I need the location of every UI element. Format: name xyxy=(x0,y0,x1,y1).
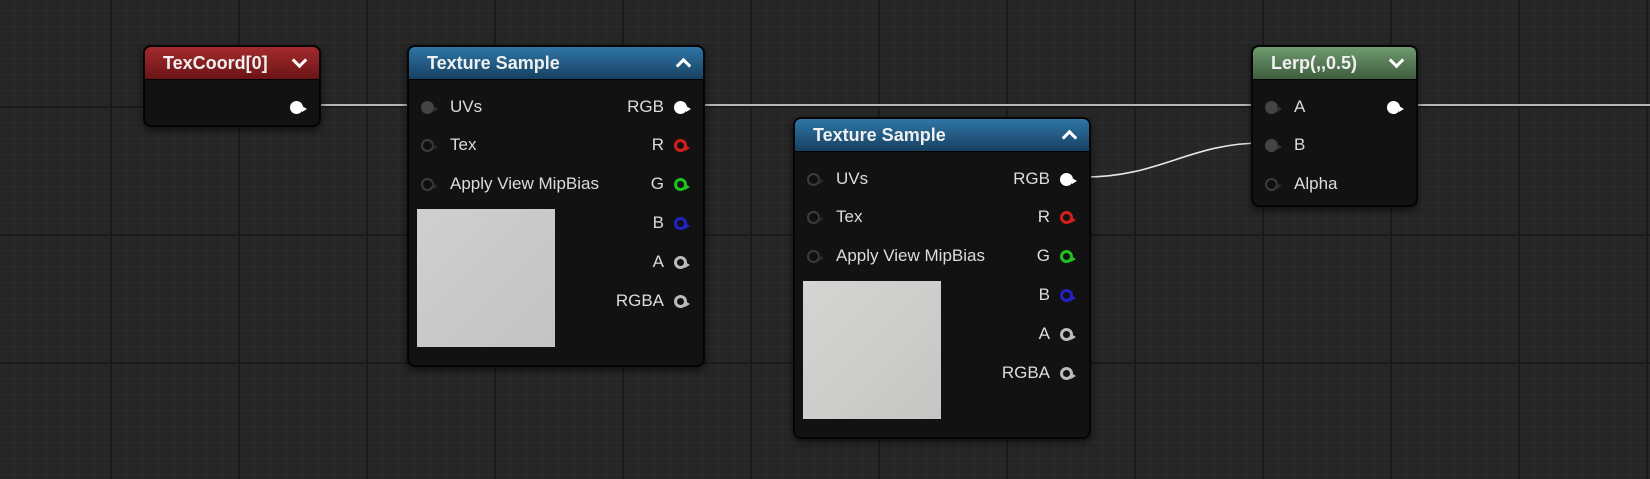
output-label-b: B xyxy=(1038,285,1050,304)
input-label-a: A xyxy=(1294,97,1306,116)
input-pin-apply-view-mipbias[interactable] xyxy=(421,177,438,191)
input-label-apply-view-mipbias: Apply View MipBias xyxy=(450,174,599,193)
output-label-a: A xyxy=(652,252,664,271)
texture-sample-node-1[interactable]: Texture Sample UVs Tex Apply View MipBia… xyxy=(407,45,705,367)
input-label-uvs: UVs xyxy=(450,97,483,116)
output-pin-g[interactable] xyxy=(674,177,690,191)
output-pin-rgb[interactable] xyxy=(1060,172,1077,186)
texture-sample-2-input-tex[interactable]: Tex xyxy=(807,207,862,227)
lerp-node-header[interactable]: Lerp(,,0.5) xyxy=(1253,47,1416,80)
texture-sample-1-input-uvs[interactable]: UVs xyxy=(421,97,482,117)
texture-sample-1-output-r[interactable]: R xyxy=(652,135,691,155)
texture-sample-2-output-r[interactable]: R xyxy=(1038,207,1077,227)
input-pin-alpha[interactable] xyxy=(1265,177,1282,191)
texture-sample-1-output-a[interactable]: A xyxy=(653,252,691,272)
lerp-output-pin[interactable] xyxy=(1387,100,1404,114)
input-pin-tex[interactable] xyxy=(807,210,824,224)
input-pin-apply-view-mipbias[interactable] xyxy=(807,249,824,263)
chevron-up-icon[interactable] xyxy=(1061,127,1077,143)
texture-sample-2-output-b[interactable]: B xyxy=(1039,285,1077,305)
output-label-g: G xyxy=(650,174,664,193)
texcoord-node-header[interactable]: TexCoord[0] xyxy=(145,47,319,80)
texture-sample-1-title: Texture Sample xyxy=(427,52,560,73)
chevron-up-icon[interactable] xyxy=(675,55,691,71)
texture-sample-node-2[interactable]: Texture Sample UVs Tex Apply View MipBia… xyxy=(793,117,1091,439)
output-pin-r[interactable] xyxy=(1060,210,1076,224)
lerp-output-row xyxy=(1377,97,1404,117)
output-pin-a[interactable] xyxy=(674,255,690,269)
output-pin-rgba[interactable] xyxy=(1060,366,1076,380)
lerp-node-title: Lerp(,,0.5) xyxy=(1271,52,1358,73)
output-label-g: G xyxy=(1036,246,1050,265)
texcoord-output-pin[interactable] xyxy=(290,100,307,114)
texture-sample-2-output-a[interactable]: A xyxy=(1039,324,1077,344)
input-label-uvs: UVs xyxy=(836,169,869,188)
input-pin-uvs[interactable] xyxy=(421,100,438,114)
texcoord-node[interactable]: TexCoord[0] xyxy=(143,45,321,127)
input-pin-tex[interactable] xyxy=(421,138,438,152)
output-label-rgba: RGBA xyxy=(1001,363,1050,382)
texture-preview-thumbnail xyxy=(417,209,555,347)
lerp-input-b[interactable]: B xyxy=(1265,135,1305,155)
texture-sample-1-output-rgba[interactable]: RGBA xyxy=(616,291,691,311)
input-label-alpha: Alpha xyxy=(1294,174,1338,193)
material-graph-canvas[interactable]: TexCoord[0] Texture Sample UVs Tex Apply… xyxy=(0,0,1650,479)
texture-sample-1-header[interactable]: Texture Sample xyxy=(409,47,703,80)
input-pin-uvs[interactable] xyxy=(807,172,824,186)
output-label-r: R xyxy=(651,135,664,154)
texture-sample-2-output-rgba[interactable]: RGBA xyxy=(1002,363,1077,383)
texture-sample-2-title: Texture Sample xyxy=(813,124,946,145)
output-pin-r[interactable] xyxy=(674,138,690,152)
texture-sample-2-input-uvs[interactable]: UVs xyxy=(807,169,868,189)
texture-sample-2-header[interactable]: Texture Sample xyxy=(795,119,1089,152)
texture-sample-1-output-rgb[interactable]: RGB xyxy=(627,97,691,117)
output-pin-rgba[interactable] xyxy=(674,294,690,308)
lerp-input-alpha[interactable]: Alpha xyxy=(1265,174,1337,194)
texture-sample-1-input-mipbias[interactable]: Apply View MipBias xyxy=(421,174,599,194)
output-label-a: A xyxy=(1038,324,1050,343)
output-label-r: R xyxy=(1037,207,1050,226)
input-label-tex: Tex xyxy=(836,207,863,226)
texcoord-node-title: TexCoord[0] xyxy=(163,52,268,73)
output-label-rgb: RGB xyxy=(1013,169,1050,188)
input-pin-b[interactable] xyxy=(1265,138,1282,152)
chevron-down-icon[interactable] xyxy=(291,55,307,71)
texture-sample-1-output-b[interactable]: B xyxy=(653,213,691,233)
output-pin-rgb[interactable] xyxy=(674,100,691,114)
lerp-input-a[interactable]: A xyxy=(1265,97,1305,117)
output-pin-g[interactable] xyxy=(1060,249,1076,263)
lerp-node[interactable]: Lerp(,,0.5) A B Alpha xyxy=(1251,45,1418,207)
texture-sample-1-input-tex[interactable]: Tex xyxy=(421,135,476,155)
input-label-tex: Tex xyxy=(450,135,477,154)
wire-texsample2-rgb-to-lerp-b[interactable] xyxy=(1084,142,1263,178)
texture-sample-2-output-rgb[interactable]: RGB xyxy=(1013,169,1077,189)
texcoord-output-row xyxy=(280,97,307,117)
texture-sample-2-input-mipbias[interactable]: Apply View MipBias xyxy=(807,246,985,266)
texture-sample-1-output-g[interactable]: G xyxy=(651,174,691,194)
output-pin-b[interactable] xyxy=(674,216,690,230)
input-label-b: B xyxy=(1294,135,1306,154)
texture-preview-thumbnail xyxy=(803,281,941,419)
texture-sample-2-output-g[interactable]: G xyxy=(1037,246,1077,266)
output-label-b: B xyxy=(652,213,664,232)
output-label-rgb: RGB xyxy=(627,97,664,116)
output-label-rgba: RGBA xyxy=(615,291,664,310)
output-pin-a[interactable] xyxy=(1060,327,1076,341)
chevron-down-icon[interactable] xyxy=(1388,55,1404,71)
output-pin-b[interactable] xyxy=(1060,288,1076,302)
input-label-apply-view-mipbias: Apply View MipBias xyxy=(836,246,985,265)
input-pin-a[interactable] xyxy=(1265,100,1282,114)
